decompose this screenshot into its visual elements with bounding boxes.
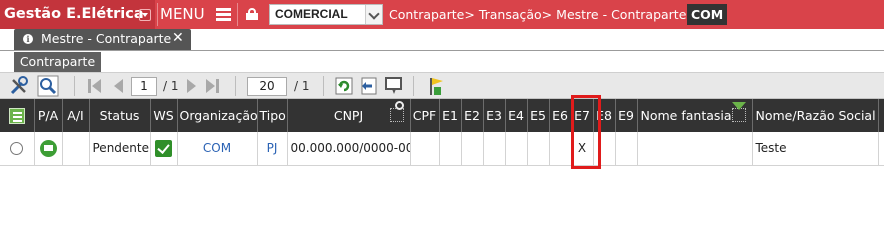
subtab-contraparte[interactable]: Contraparte: [14, 52, 101, 72]
column-header-nome-fantasia[interactable]: Nome fantasia: [637, 99, 753, 132]
divider: [0, 50, 884, 51]
org-link[interactable]: COM: [203, 141, 231, 155]
module-select[interactable]: COMERCIAL: [269, 4, 383, 25]
checkmark-icon: [155, 139, 172, 157]
flag-icon[interactable]: [425, 75, 447, 97]
page-input[interactable]: 1: [131, 77, 157, 96]
first-page-icon[interactable]: [86, 75, 108, 97]
ai-cell: [62, 132, 90, 166]
page-size-total: / 1: [294, 79, 310, 93]
status-cell: Pendente: [89, 132, 151, 166]
column-header-cnpj[interactable]: CNPJ: [287, 99, 411, 132]
column-header-e1[interactable]: E1: [439, 99, 462, 132]
column-header-cnpj-label: CNPJ: [333, 108, 364, 123]
tipo-cell[interactable]: PJ: [257, 132, 288, 166]
previous-page-icon[interactable]: [110, 75, 132, 97]
comment-icon[interactable]: [383, 75, 405, 97]
column-settings-icon[interactable]: [8, 107, 25, 124]
top-bar: Gestão E.Elétrica MENU COMERCIAL Contrap…: [0, 0, 884, 29]
next-page-icon[interactable]: [183, 75, 205, 97]
chevron-down-icon[interactable]: [139, 9, 151, 21]
column-header-e9[interactable]: E9: [615, 99, 638, 132]
column-header-org[interactable]: Organização: [177, 99, 258, 132]
search-icon[interactable]: [37, 75, 59, 97]
column-header-ws[interactable]: WS: [150, 99, 178, 132]
grid-header-row: P/A A/I Status WS Organização Tipo CNPJ …: [0, 99, 884, 132]
tools-icon[interactable]: [8, 75, 30, 97]
column-header-cpf[interactable]: CPF: [410, 99, 440, 132]
breadcrumb-item[interactable]: Transação>: [479, 7, 552, 22]
menu-button[interactable]: MENU: [160, 0, 231, 29]
e3-cell: [483, 132, 506, 166]
search-icon[interactable]: [389, 101, 404, 122]
column-header-ai[interactable]: A/I: [62, 99, 90, 132]
ws-cell: [150, 132, 178, 166]
divider: [157, 3, 158, 26]
breadcrumb-item[interactable]: Mestre - Contraparte>: [556, 7, 697, 22]
e9-cell: [615, 132, 638, 166]
tab-label: Mestre - Contraparte: [41, 31, 172, 46]
column-header-status[interactable]: Status: [89, 99, 151, 132]
table-row[interactable]: Pendente COM PJ 00.000.000/0000-00 X Tes…: [0, 132, 884, 166]
divider: [74, 76, 75, 96]
cnpj-cell: 00.000.000/0000-00: [287, 132, 411, 166]
refresh-icon[interactable]: [333, 75, 355, 97]
hamburger-icon: [216, 8, 231, 21]
divider: [413, 76, 414, 96]
lock-icon[interactable]: [246, 8, 258, 20]
menu-label: MENU: [160, 5, 205, 23]
cpf-cell: [410, 132, 440, 166]
pa-cell[interactable]: [34, 132, 63, 166]
divider: [237, 3, 238, 26]
e7-column-highlight: [571, 95, 601, 169]
breadcrumb-item[interactable]: Contraparte>: [389, 7, 475, 22]
column-settings[interactable]: [0, 99, 35, 132]
column-header-e4[interactable]: E4: [505, 99, 528, 132]
e4-cell: [505, 132, 528, 166]
divider: [235, 76, 236, 96]
razao-social-cell: Teste: [752, 132, 879, 166]
breadcrumb-current: COM: [687, 4, 728, 25]
org-cell[interactable]: COM: [177, 132, 258, 166]
tipo-link[interactable]: PJ: [267, 141, 278, 155]
divider: [323, 76, 324, 96]
e2-cell: [461, 132, 484, 166]
e1-cell: [439, 132, 462, 166]
info-icon: i: [23, 34, 33, 44]
column-header-e2[interactable]: E2: [461, 99, 484, 132]
tab-mestre-contraparte[interactable]: i Mestre - Contraparte ✕: [14, 29, 191, 50]
breadcrumb: Contraparte> Transação> Mestre - Contrapar…: [389, 0, 701, 29]
row-select-radio[interactable]: [0, 132, 35, 166]
column-header-e3[interactable]: E3: [483, 99, 506, 132]
nome-fantasia-cell: [637, 132, 753, 166]
page-size-input[interactable]: 20: [247, 77, 287, 96]
app-title: Gestão E.Elétrica: [4, 6, 144, 22]
filter-icon[interactable]: [731, 102, 746, 122]
overflow-cell: [878, 132, 884, 166]
page-total: / 1: [163, 79, 179, 93]
grid-toolbar: 1 / 1 20 / 1: [0, 72, 884, 99]
column-header-e5[interactable]: E5: [527, 99, 550, 132]
radio-button[interactable]: [10, 142, 24, 156]
close-icon[interactable]: ✕: [172, 29, 184, 48]
column-header-tipo[interactable]: Tipo: [257, 99, 288, 132]
column-header-overflow: [878, 99, 884, 132]
column-header-pa[interactable]: P/A: [34, 99, 63, 132]
pa-status-icon[interactable]: [39, 139, 57, 157]
chevron-down-icon[interactable]: [365, 5, 382, 24]
contraparte-grid: P/A A/I Status WS Organização Tipo CNPJ …: [0, 99, 884, 166]
column-header-razao-social[interactable]: Nome/Razão Social: [752, 99, 879, 132]
e5-cell: [527, 132, 550, 166]
last-page-icon[interactable]: [203, 75, 225, 97]
e6-cell: [549, 132, 572, 166]
module-select-value: COMERCIAL: [275, 7, 348, 21]
export-icon[interactable]: [358, 75, 380, 97]
column-header-nome-fantasia-label: Nome fantasia: [640, 108, 732, 123]
app-title-button[interactable]: Gestão E.Elétrica: [0, 0, 155, 29]
column-header-e6[interactable]: E6: [549, 99, 572, 132]
